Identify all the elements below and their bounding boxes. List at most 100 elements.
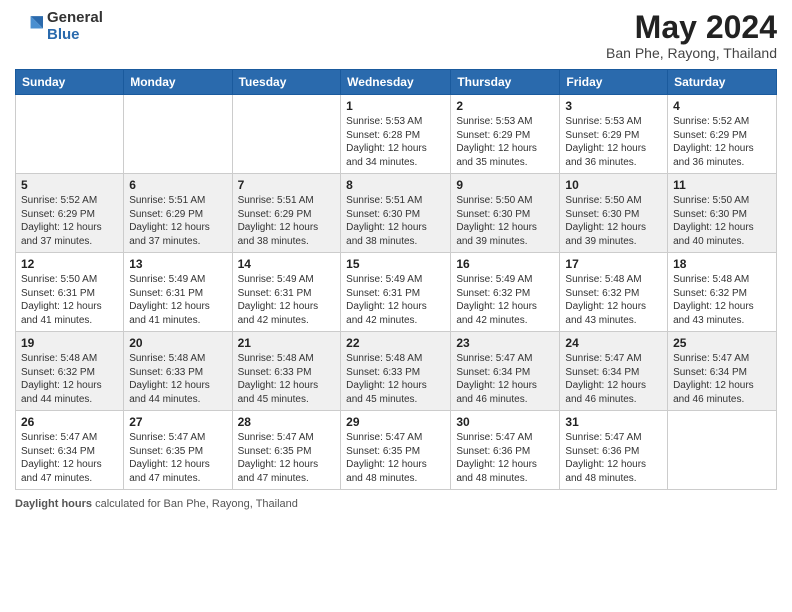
day-info: Sunrise: 5:49 AMSunset: 6:32 PMDaylight:… [456,273,554,327]
day-number: 24 [565,336,662,350]
table-row: 27 Sunrise: 5:47 AMSunset: 6:35 PMDayligh… [124,411,232,490]
table-row: 13Sunrise: 5:49 AMSunset: 6:31 PMDayligh… [124,253,232,332]
day-number: 14 [238,257,336,271]
calendar: Sunday Monday Tuesday Wednesday Thursday… [15,69,777,490]
day-info: Sunrise: 5:48 AMSunset: 6:32 PMDaylight:… [21,352,118,406]
day-info: Sunrise: 5:50 AMSunset: 6:30 PMDaylight:… [673,194,771,248]
table-row: 20Sunrise: 5:48 AMSunset: 6:33 PMDayligh… [124,332,232,411]
table-row: 6 Sunrise: 5:51 AMSunset: 6:29 PMDaylight… [124,174,232,253]
day-number: 1 [346,99,445,113]
day-number: 5 [21,178,118,192]
day-info: Sunrise: 5:47 AMSunset: 6:34 PMDaylight:… [456,352,554,406]
col-friday: Friday [560,70,668,95]
table-row: 31 Sunrise: 5:47 AMSunset: 6:36 PMDayligh… [560,411,668,490]
table-row: 22 Sunrise: 5:48 AMSunset: 6:33 PMDayligh… [341,332,451,411]
table-row: 21Sunrise: 5:48 AMSunset: 6:33 PMDayligh… [232,332,341,411]
page: General Blue May 2024 Ban Phe, Rayong, T… [0,0,792,612]
day-info: Sunrise: 5:47 AMSunset: 6:34 PMDaylight:… [21,431,118,485]
day-info: Sunrise: 5:51 AMSunset: 6:29 PMDaylight:… [238,194,336,248]
day-number: 8 [346,178,445,192]
table-row: 8 Sunrise: 5:51 AMSunset: 6:30 PMDaylight… [341,174,451,253]
day-number: 17 [565,257,662,271]
table-row: 15 Sunrise: 5:49 AMSunset: 6:31 PMDayligh… [341,253,451,332]
day-info: Sunrise: 5:53 AMSunset: 6:29 PMDaylight:… [565,115,662,169]
day-info: Sunrise: 5:47 AMSunset: 6:36 PMDaylight:… [456,431,554,485]
day-info: Sunrise: 5:51 AMSunset: 6:30 PMDaylight:… [346,194,445,248]
day-number: 29 [346,415,445,429]
table-row [668,411,777,490]
table-row: 25Sunrise: 5:47 AMSunset: 6:34 PMDayligh… [668,332,777,411]
col-monday: Monday [124,70,232,95]
day-number: 2 [456,99,554,113]
col-sunday: Sunday [16,70,124,95]
day-info: Sunrise: 5:50 AMSunset: 6:31 PMDaylight:… [21,273,118,327]
table-row [124,95,232,174]
table-row: 14Sunrise: 5:49 AMSunset: 6:31 PMDayligh… [232,253,341,332]
table-row: 28Sunrise: 5:47 AMSunset: 6:35 PMDayligh… [232,411,341,490]
table-row: 2 Sunrise: 5:53 AMSunset: 6:29 PMDaylight… [451,95,560,174]
day-number: 27 [129,415,226,429]
col-tuesday: Tuesday [232,70,341,95]
title-block: May 2024 Ban Phe, Rayong, Thailand [606,10,777,61]
footer-description: calculated for Ban Phe, Rayong, Thailand [95,498,298,510]
day-number: 10 [565,178,662,192]
day-number: 7 [238,178,336,192]
table-row: 16 Sunrise: 5:49 AMSunset: 6:32 PMDayligh… [451,253,560,332]
table-row: 19 Sunrise: 5:48 AMSunset: 6:32 PMDayligh… [16,332,124,411]
day-info: Sunrise: 5:47 AMSunset: 6:36 PMDaylight:… [565,431,662,485]
day-number: 22 [346,336,445,350]
logo-icon [15,13,43,41]
col-thursday: Thursday [451,70,560,95]
day-info: Sunrise: 5:47 AMSunset: 6:35 PMDaylight:… [129,431,226,485]
logo-general-text: General [47,10,103,27]
day-info: Sunrise: 5:47 AMSunset: 6:34 PMDaylight:… [565,352,662,406]
day-info: Sunrise: 5:50 AMSunset: 6:30 PMDaylight:… [565,194,662,248]
table-row: 3 Sunrise: 5:53 AMSunset: 6:29 PMDaylight… [560,95,668,174]
table-row: 7 Sunrise: 5:51 AMSunset: 6:29 PMDaylight… [232,174,341,253]
day-info: Sunrise: 5:49 AMSunset: 6:31 PMDaylight:… [346,273,445,327]
day-number: 19 [21,336,118,350]
day-number: 15 [346,257,445,271]
day-number: 6 [129,178,226,192]
footer-label: Daylight hours [15,498,92,510]
day-info: Sunrise: 5:50 AMSunset: 6:30 PMDaylight:… [456,194,554,248]
day-info: Sunrise: 5:52 AMSunset: 6:29 PMDaylight:… [21,194,118,248]
day-info: Sunrise: 5:53 AMSunset: 6:28 PMDaylight:… [346,115,445,169]
col-wednesday: Wednesday [341,70,451,95]
table-row [16,95,124,174]
table-row: 12Sunrise: 5:50 AMSunset: 6:31 PMDayligh… [16,253,124,332]
day-info: Sunrise: 5:47 AMSunset: 6:34 PMDaylight:… [673,352,771,406]
table-row: 10 Sunrise: 5:50 AMSunset: 6:30 PMDayligh… [560,174,668,253]
day-number: 13 [129,257,226,271]
table-row [232,95,341,174]
header: General Blue May 2024 Ban Phe, Rayong, T… [15,10,777,61]
table-row: 23Sunrise: 5:47 AMSunset: 6:34 PMDayligh… [451,332,560,411]
table-row: 26 Sunrise: 5:47 AMSunset: 6:34 PMDayligh… [16,411,124,490]
calendar-header-row: Sunday Monday Tuesday Wednesday Thursday… [16,70,777,95]
table-row: 1 Sunrise: 5:53 AMSunset: 6:28 PMDaylight… [341,95,451,174]
day-info: Sunrise: 5:52 AMSunset: 6:29 PMDaylight:… [673,115,771,169]
day-info: Sunrise: 5:47 AMSunset: 6:35 PMDaylight:… [346,431,445,485]
table-row: 5 Sunrise: 5:52 AMSunset: 6:29 PMDaylight… [16,174,124,253]
table-row: 17Sunrise: 5:48 AMSunset: 6:32 PMDayligh… [560,253,668,332]
day-number: 31 [565,415,662,429]
table-row: 4 Sunrise: 5:52 AMSunset: 6:29 PMDaylight… [668,95,777,174]
day-number: 30 [456,415,554,429]
day-number: 26 [21,415,118,429]
day-number: 4 [673,99,771,113]
day-info: Sunrise: 5:53 AMSunset: 6:29 PMDaylight:… [456,115,554,169]
table-row: 9Sunrise: 5:50 AMSunset: 6:30 PMDaylight… [451,174,560,253]
day-number: 16 [456,257,554,271]
day-number: 3 [565,99,662,113]
day-number: 18 [673,257,771,271]
col-saturday: Saturday [668,70,777,95]
day-info: Sunrise: 5:48 AMSunset: 6:33 PMDaylight:… [129,352,226,406]
day-info: Sunrise: 5:48 AMSunset: 6:33 PMDaylight:… [346,352,445,406]
table-row: 18Sunrise: 5:48 AMSunset: 6:32 PMDayligh… [668,253,777,332]
table-row: 30 Sunrise: 5:47 AMSunset: 6:36 PMDayligh… [451,411,560,490]
footer-note: Daylight hours calculated for Ban Phe, R… [15,498,777,510]
day-info: Sunrise: 5:47 AMSunset: 6:35 PMDaylight:… [238,431,336,485]
logo: General Blue [15,10,103,43]
day-number: 11 [673,178,771,192]
day-info: Sunrise: 5:51 AMSunset: 6:29 PMDaylight:… [129,194,226,248]
